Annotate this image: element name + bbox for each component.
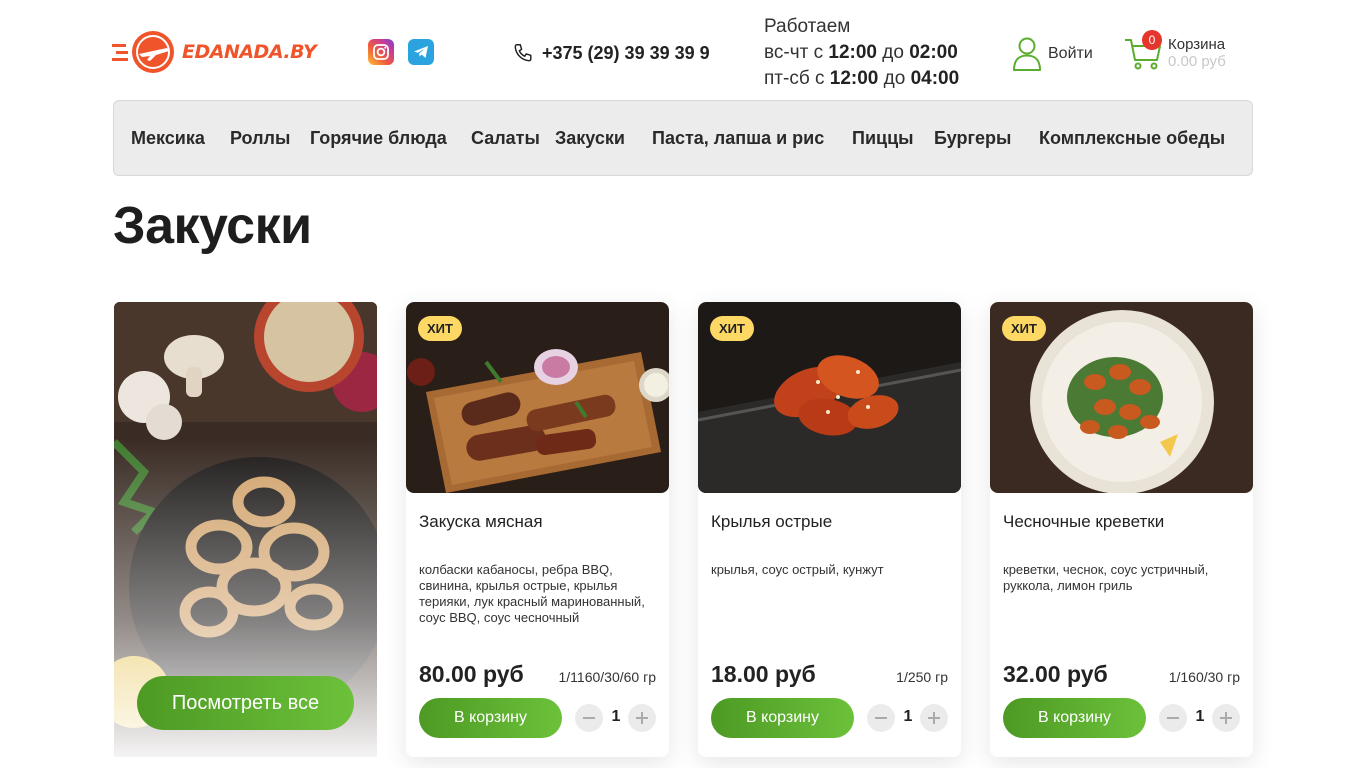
product-image[interactable]: ХИТ xyxy=(406,302,669,493)
nav-item-mexico[interactable]: Мексика xyxy=(131,128,205,149)
quantity-increase-button[interactable] xyxy=(628,704,656,732)
opening-hours: Работаем вс-чт с 12:00 до 02:00 пт-сб с … xyxy=(764,14,959,92)
site-logo[interactable]: EDANADA.BY xyxy=(112,28,317,76)
nav-item-snacks[interactable]: Закуски xyxy=(555,128,625,149)
telegram-link[interactable] xyxy=(408,39,434,65)
instagram-link[interactable] xyxy=(368,39,394,65)
cart-button[interactable]: 0 Корзина 0.00 руб xyxy=(1124,30,1226,72)
product-card: ХИТ Закуска мясная колбаски кабаносы, ре… xyxy=(406,302,669,757)
minus-icon xyxy=(1167,717,1179,719)
minus-icon xyxy=(583,717,595,719)
product-image[interactable]: ХИТ xyxy=(990,302,1253,493)
plus-icon xyxy=(928,712,940,724)
quantity-increase-button[interactable] xyxy=(1212,704,1240,732)
product-card: ХИТ Крылья острые крылья, соус острый, к… xyxy=(698,302,961,757)
user-icon xyxy=(1013,37,1041,71)
product-weight: 1/160/30 гр xyxy=(1168,669,1240,685)
cart-label: Корзина xyxy=(1168,36,1226,53)
hours-title: Работаем xyxy=(764,16,851,37)
login-label: Войти xyxy=(1048,45,1093,62)
logo-text: EDANADA.BY xyxy=(182,41,317,63)
minus-icon xyxy=(875,717,887,719)
page-title: Закуски xyxy=(113,197,312,255)
instagram-icon xyxy=(373,44,389,60)
telegram-icon xyxy=(414,46,428,58)
quantity-value: 1 xyxy=(903,708,913,725)
view-all-button[interactable]: Посмотреть все xyxy=(137,676,354,730)
quantity-increase-button[interactable] xyxy=(920,704,948,732)
quantity-decrease-button[interactable] xyxy=(575,704,603,732)
phone-number[interactable]: +375 (29) 39 39 39 9 xyxy=(542,43,710,64)
promo-card[interactable]: Посмотреть все xyxy=(114,302,377,757)
quantity-decrease-button[interactable] xyxy=(867,704,895,732)
product-description: креветки, чеснок, соус устричный, руккол… xyxy=(1003,562,1209,593)
plus-icon xyxy=(1220,712,1232,724)
product-name[interactable]: Крылья острые xyxy=(711,512,832,532)
nav-item-salads[interactable]: Салаты xyxy=(471,128,540,149)
product-name[interactable]: Закуска мясная xyxy=(419,512,543,532)
product-image[interactable]: ХИТ xyxy=(698,302,961,493)
product-price: 80.00 руб xyxy=(419,661,524,687)
product-description: колбаски кабаносы, ребра BBQ, свинина, к… xyxy=(419,562,645,625)
nav-item-hot-dishes[interactable]: Горячие блюда xyxy=(310,128,447,149)
cart-count-badge: 0 xyxy=(1142,30,1162,50)
nav-item-burgers[interactable]: Бургеры xyxy=(934,128,1011,149)
product-weight: 1/250 гр xyxy=(896,669,948,685)
login-button[interactable]: Войти xyxy=(1012,36,1093,72)
quantity-value: 1 xyxy=(611,708,621,725)
cart-total: 0.00 руб xyxy=(1168,53,1226,70)
product-description: крылья, соус острый, кунжут xyxy=(711,562,884,577)
product-card: ХИТ Чесночные креветки креветки, чеснок,… xyxy=(990,302,1253,757)
hit-badge: ХИТ xyxy=(710,316,754,341)
product-price: 18.00 руб xyxy=(711,661,816,687)
product-weight: 1/1160/30/60 гр xyxy=(558,669,657,685)
category-nav: Мексика Роллы Горячие блюда Салаты Закус… xyxy=(113,100,1253,176)
hit-badge: ХИТ xyxy=(1002,316,1046,341)
hit-badge: ХИТ xyxy=(418,316,462,341)
add-to-cart-button[interactable]: В корзину xyxy=(711,698,854,738)
product-price: 32.00 руб xyxy=(1003,661,1108,687)
nav-item-combo-lunch[interactable]: Комплексные обеды xyxy=(1039,128,1225,149)
product-name[interactable]: Чесночные креветки xyxy=(1003,512,1164,532)
quantity-value: 1 xyxy=(1195,708,1205,725)
nav-item-pizza[interactable]: Пиццы xyxy=(852,128,914,149)
quantity-decrease-button[interactable] xyxy=(1159,704,1187,732)
hours-line-weekend: пт-сб с 12:00 до 04:00 xyxy=(764,68,960,89)
nav-item-rolls[interactable]: Роллы xyxy=(230,128,290,149)
nav-item-pasta[interactable]: Паста, лапша и рис xyxy=(652,128,824,149)
logo-plane-icon xyxy=(112,31,174,73)
plus-icon xyxy=(636,712,648,724)
phone-icon xyxy=(514,44,532,62)
add-to-cart-button[interactable]: В корзину xyxy=(419,698,562,738)
phone-contact[interactable]: +375 (29) 39 39 39 9 xyxy=(512,42,710,64)
add-to-cart-button[interactable]: В корзину xyxy=(1003,698,1146,738)
hours-line-weekdays: вс-чт с 12:00 до 02:00 xyxy=(764,42,958,63)
